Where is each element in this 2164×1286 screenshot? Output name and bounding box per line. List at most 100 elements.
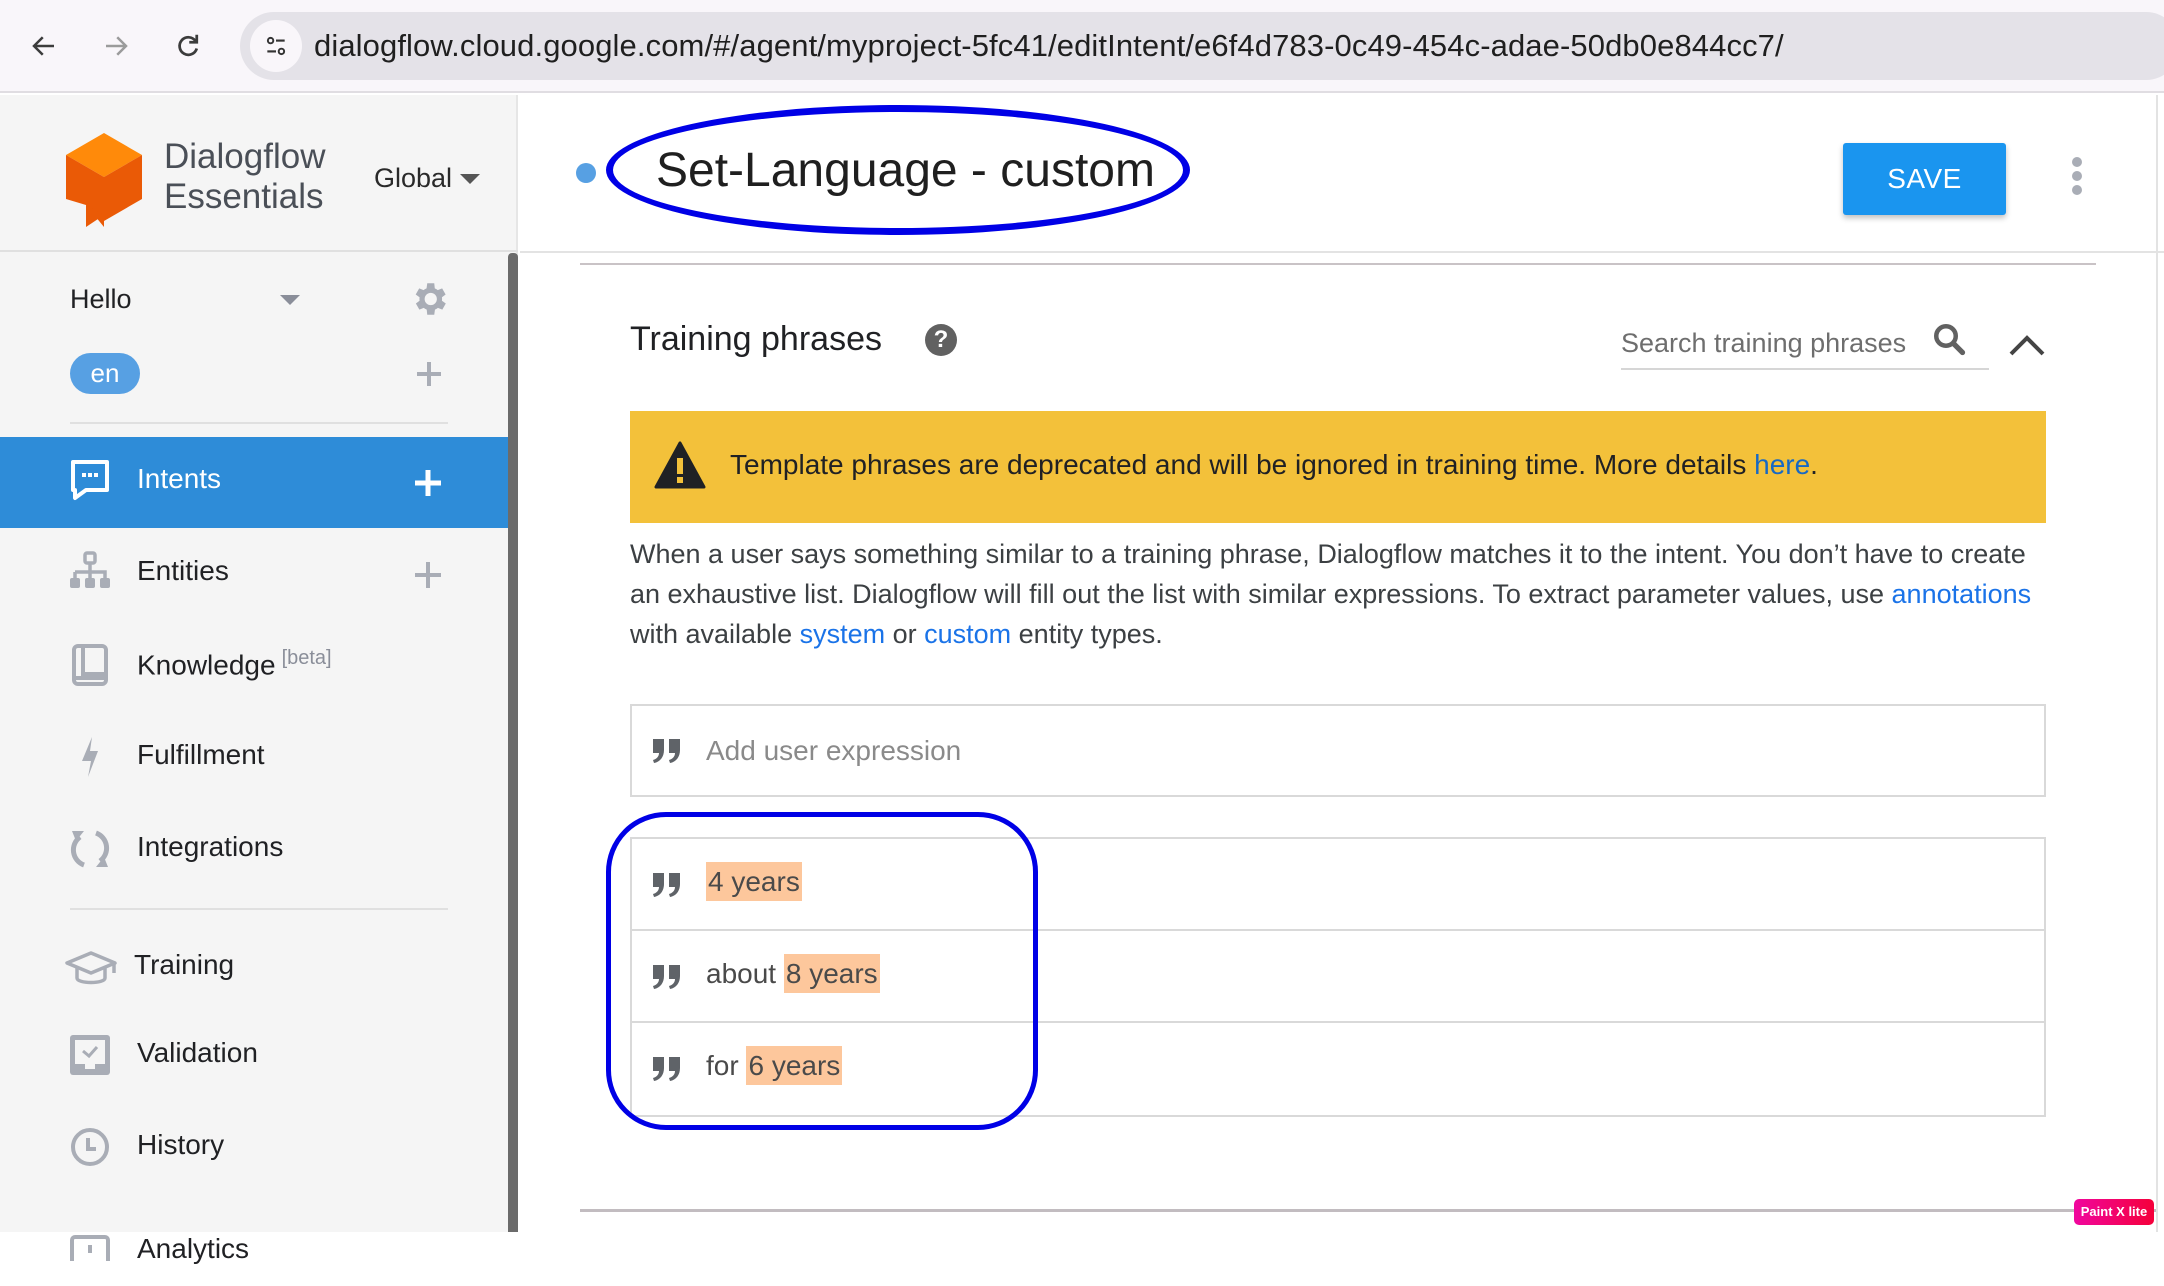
- help-icon[interactable]: ?: [925, 324, 957, 356]
- phrase-prefix: for: [706, 1050, 747, 1081]
- sync-icon: [70, 830, 110, 868]
- sidebar-item-intents[interactable]: Intents: [0, 437, 508, 528]
- unsaved-status-dot: [576, 163, 596, 183]
- sidebar-divider: [70, 422, 448, 424]
- sidebar-item-fulfillment[interactable]: Fulfillment: [0, 713, 508, 804]
- settings-gear-icon[interactable]: [408, 278, 450, 320]
- sidebar-item-label: History: [137, 1129, 225, 1160]
- sidebar-item-training[interactable]: Training: [0, 923, 508, 1014]
- more-options-icon[interactable]: [2066, 153, 2088, 199]
- description-text: entity types.: [1011, 619, 1163, 649]
- quote-icon: [653, 873, 680, 897]
- book-icon: [72, 644, 108, 686]
- browser-toolbar: dialogflow.cloud.google.com/#/agent/mypr…: [0, 0, 2164, 93]
- description-text: When a user says something similar to a …: [630, 539, 2026, 609]
- tune-icon: [266, 36, 286, 56]
- sidebar-item-label: Integrations: [137, 831, 284, 862]
- sidebar: Dialogflow Essentials Global Hello en In…: [0, 95, 518, 1264]
- search-icon[interactable]: [1931, 321, 1967, 357]
- phrase-text[interactable]: 4 years: [706, 862, 802, 901]
- section-title: Training phrases: [630, 320, 882, 358]
- sidebar-item-analytics[interactable]: Analytics: [0, 1195, 508, 1286]
- sidebar-item-label: Entities: [137, 555, 229, 586]
- phrase-prefix: about: [706, 958, 784, 989]
- hierarchy-icon: [70, 551, 110, 588]
- agent-name: Hello: [70, 284, 132, 314]
- beta-badge: [beta]: [281, 647, 332, 669]
- analytics-icon: [70, 1235, 110, 1261]
- training-phrase-row[interactable]: 4 years: [632, 839, 2044, 931]
- url-text[interactable]: dialogflow.cloud.google.com/#/agent/mypr…: [314, 28, 1784, 64]
- phrase-text[interactable]: for 6 years: [706, 1046, 843, 1085]
- back-button[interactable]: [20, 22, 68, 70]
- graduation-cap-icon: [65, 951, 117, 985]
- sidebar-divider: [70, 908, 448, 910]
- search-input[interactable]: [1621, 323, 1921, 363]
- validation-inbox-icon: [70, 1035, 110, 1075]
- agent-selector[interactable]: Hello: [70, 282, 460, 322]
- sidebar-item-history[interactable]: History: [0, 1103, 508, 1194]
- reload-button[interactable]: [164, 22, 212, 70]
- clock-icon: [71, 1128, 109, 1166]
- sidebar-item-knowledge[interactable]: Knowledge [beta]: [0, 621, 508, 712]
- description-text: or: [885, 619, 925, 649]
- sidebar-item-label: Validation: [137, 1037, 258, 1068]
- more-details-link[interactable]: here: [1754, 449, 1810, 480]
- warning-icon: [654, 441, 706, 489]
- region-selector[interactable]: Global: [374, 163, 481, 194]
- sidebar-item-label: Intents: [137, 463, 222, 494]
- add-entity-icon[interactable]: [414, 561, 442, 589]
- caret-down-icon: [460, 173, 481, 184]
- training-phrases-description: When a user says something similar to a …: [630, 534, 2050, 654]
- warning-suffix: .: [1810, 449, 1818, 480]
- warning-message: Template phrases are deprecated and will…: [730, 449, 1755, 480]
- add-language-icon[interactable]: [415, 360, 443, 388]
- sidebar-item-integrations[interactable]: Integrations: [0, 805, 508, 896]
- description-text: with available: [630, 619, 800, 649]
- add-user-expression-field: [630, 704, 2046, 797]
- add-user-expression-input[interactable]: [706, 730, 2006, 772]
- system-entities-link[interactable]: system: [800, 619, 886, 649]
- sidebar-item-label: Analytics: [137, 1233, 250, 1264]
- arrow-right-icon: [106, 36, 128, 56]
- chevron-up-icon[interactable]: [2008, 330, 2046, 358]
- page-edge: [2156, 95, 2158, 1232]
- deprecation-warning-banner: Template phrases are deprecated and will…: [630, 411, 2046, 523]
- sidebar-item-label: Fulfillment: [137, 739, 265, 770]
- custom-entities-link[interactable]: custom: [924, 619, 1011, 649]
- search-training-phrases: [1621, 315, 1989, 370]
- sidebar-item-label: Training: [134, 949, 235, 980]
- site-info-button[interactable]: [250, 20, 302, 72]
- language-chip[interactable]: en: [70, 353, 140, 394]
- brand-name: Dialogflow Essentials: [164, 137, 325, 217]
- logo-area: Dialogflow Essentials Global: [0, 95, 518, 252]
- training-phrase-list: 4 years about 8 years for 6 years: [630, 837, 2046, 1117]
- agent-dropdown-icon[interactable]: [280, 295, 300, 305]
- warning-text: Template phrases are deprecated and will…: [730, 449, 1818, 481]
- intent-title[interactable]: Set-Language - custom: [656, 143, 1155, 198]
- watermark-badge: Paint X lite: [2074, 1199, 2154, 1225]
- quote-icon: [653, 739, 680, 763]
- forward-button[interactable]: [92, 22, 140, 70]
- annotations-link[interactable]: annotations: [1892, 579, 2032, 609]
- phrase-text[interactable]: about 8 years: [706, 954, 880, 993]
- address-bar[interactable]: dialogflow.cloud.google.com/#/agent/mypr…: [240, 12, 2164, 80]
- sidebar-scrollbar[interactable]: [508, 253, 518, 1232]
- brand-line-2: Essentials: [164, 177, 324, 216]
- brand-line-1: Dialogflow: [164, 137, 326, 176]
- annotated-entity[interactable]: 6 years: [746, 1046, 843, 1085]
- save-button[interactable]: SAVE: [1843, 143, 2006, 215]
- dialogflow-logo-icon: [66, 133, 142, 227]
- annotated-entity[interactable]: 4 years: [706, 862, 802, 901]
- section-divider: [580, 1209, 2156, 1212]
- sidebar-item-validation[interactable]: Validation: [0, 1011, 508, 1102]
- training-phrase-row[interactable]: for 6 years: [632, 1023, 2044, 1115]
- training-phrase-row[interactable]: about 8 years: [632, 931, 2044, 1023]
- sidebar-item-label: Knowledge [beta]: [137, 647, 332, 681]
- annotated-entity[interactable]: 8 years: [783, 954, 880, 993]
- add-intent-icon[interactable]: [414, 469, 442, 497]
- knowledge-label: Knowledge: [137, 649, 276, 681]
- arrow-left-icon: [32, 36, 54, 56]
- sidebar-item-entities[interactable]: Entities: [0, 529, 508, 620]
- region-label: Global: [374, 163, 453, 193]
